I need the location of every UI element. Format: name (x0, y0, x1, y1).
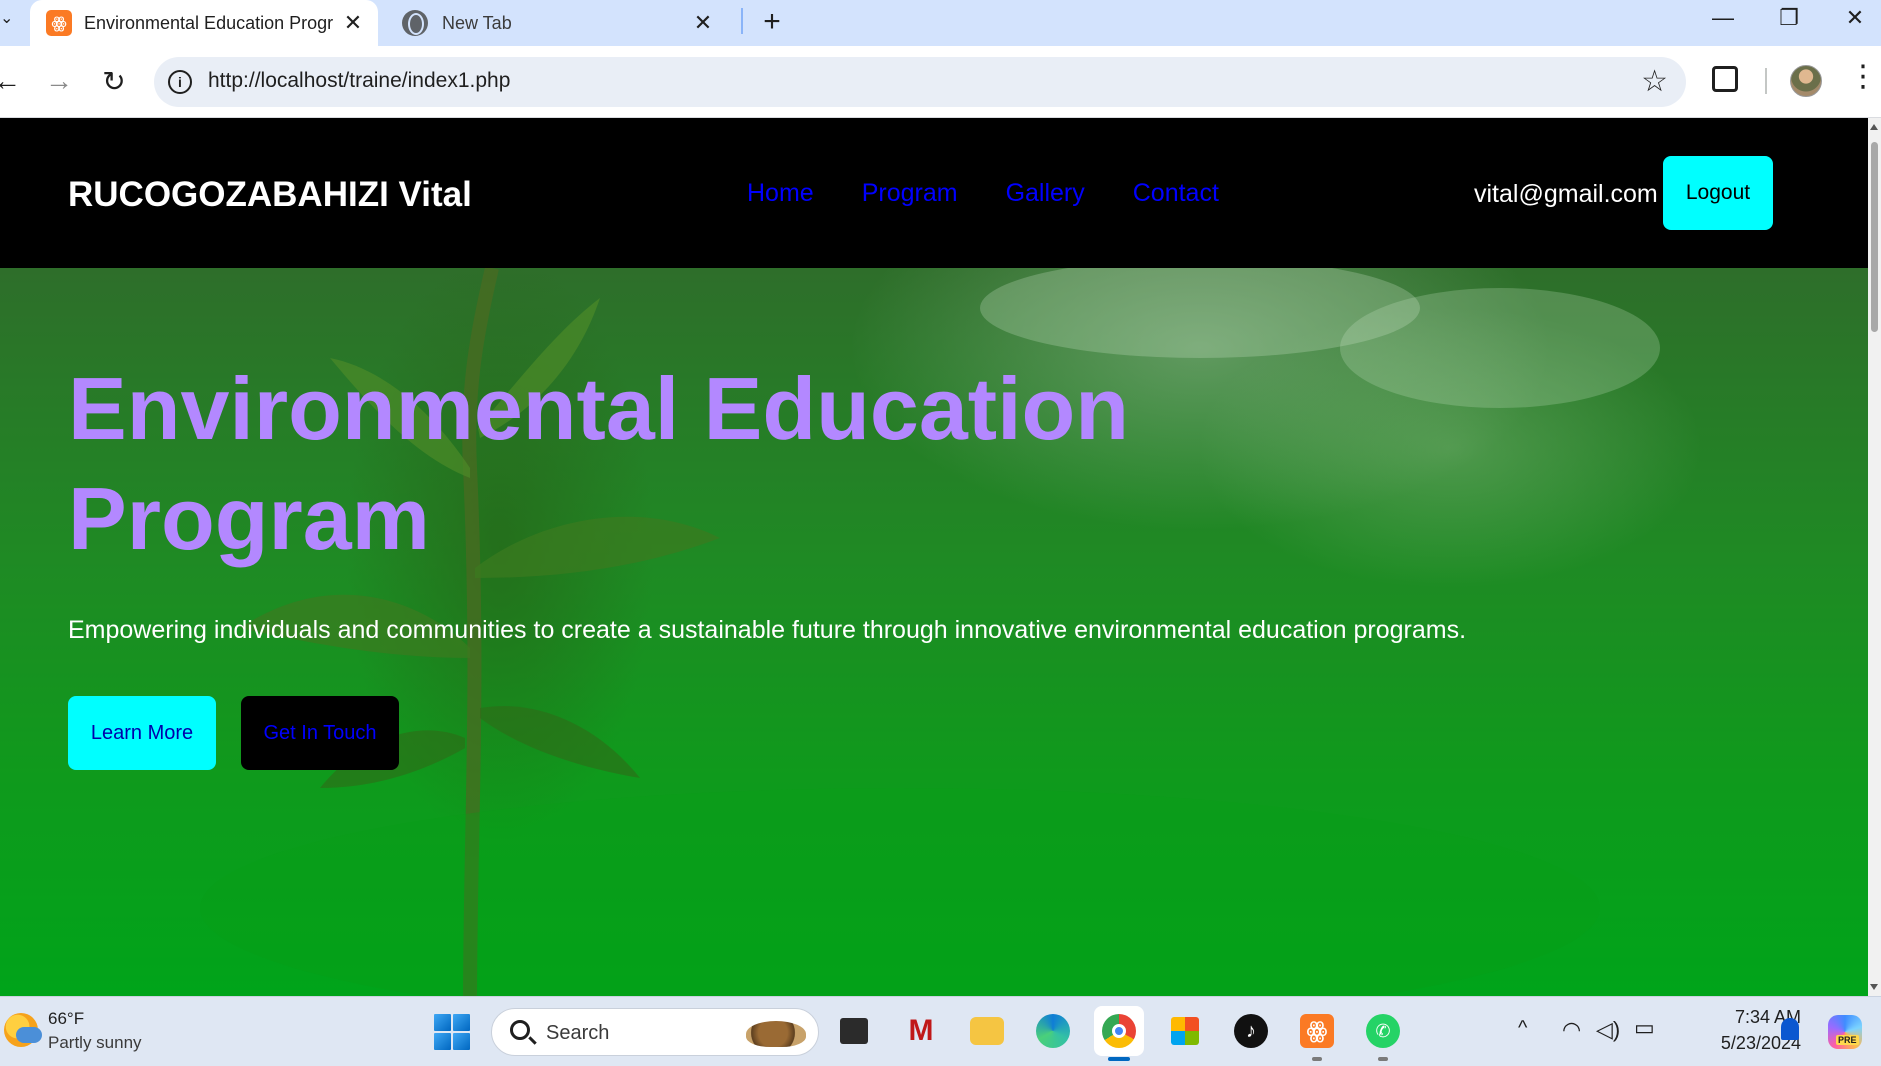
search-icon (510, 1020, 530, 1040)
chrome-icon[interactable] (1094, 1006, 1144, 1056)
restore-button[interactable]: ❐ (1760, 0, 1818, 36)
address-bar[interactable]: i http://localhost/traine/index1.php ☆ (154, 57, 1686, 107)
xampp-icon[interactable]: ꙮ (1292, 1006, 1342, 1056)
extensions-icon[interactable] (1712, 66, 1738, 92)
web-page: RUCOGOZABAHIZI Vital Home Program Galler… (0, 118, 1868, 996)
edge-icon[interactable] (1028, 1006, 1078, 1056)
windows-taskbar: 66°F Partly sunny Search M ♪ ꙮ ✆ ^ ◠ ◁) … (0, 996, 1881, 1066)
scroll-down-arrow-icon[interactable] (1870, 984, 1878, 990)
hero-title-line1: Environmental Education (68, 359, 1130, 458)
wifi-icon[interactable]: ◠ (1562, 1017, 1581, 1043)
notification-bell-icon[interactable] (1781, 1018, 1799, 1040)
tiktok-icon[interactable]: ♪ (1226, 1006, 1276, 1056)
nav-link-contact[interactable]: Contact (1133, 179, 1219, 208)
xampp-icon: ꙮ (46, 10, 72, 36)
close-tab-icon[interactable]: ✕ (338, 8, 368, 38)
copilot-pre-badge: PRE (1836, 1035, 1859, 1045)
show-hidden-icons-chevron-icon[interactable]: ^ (1518, 1017, 1527, 1040)
battery-icon[interactable]: ▭ (1634, 1015, 1655, 1041)
site-info-icon[interactable]: i (168, 70, 192, 94)
globe-icon (402, 10, 428, 36)
get-in-touch-button[interactable]: Get In Touch (241, 696, 399, 770)
url-text[interactable]: http://localhost/traine/index1.php (208, 69, 510, 93)
minimize-button[interactable]: — (1694, 0, 1752, 36)
toolbar-separator (1765, 68, 1767, 94)
site-nav: Home Program Gallery Contact (747, 179, 1219, 208)
tab-separator (741, 8, 743, 34)
search-label: Search (546, 1022, 610, 1044)
page-scrollbar[interactable] (1868, 118, 1881, 996)
weather-description: Partly sunny (48, 1033, 142, 1052)
tab-environmental-education[interactable]: ꙮ Environmental Education Progr ✕ (30, 0, 378, 46)
new-tab-button[interactable]: + (752, 2, 792, 42)
tab-title: Environmental Education Progr (84, 12, 334, 33)
forward-button[interactable]: → (38, 60, 80, 102)
microsoft-store-icon[interactable] (1160, 1006, 1210, 1056)
close-window-button[interactable]: ✕ (1826, 0, 1881, 36)
reload-button[interactable]: ↻ (93, 60, 135, 102)
site-brand: RUCOGOZABAHIZI Vital (68, 175, 472, 214)
hero-title-line2: Program (68, 469, 430, 568)
windows-start-icon[interactable] (434, 1014, 470, 1050)
mcafee-icon[interactable]: M (896, 1006, 946, 1056)
search-highlight-turtle-icon (746, 1021, 806, 1047)
volume-icon[interactable]: ◁) (1596, 1017, 1620, 1043)
logout-button[interactable]: Logout (1663, 156, 1773, 230)
hero-section: Environmental Education Program Empoweri… (0, 268, 1868, 996)
whatsapp-icon[interactable]: ✆ (1358, 1006, 1408, 1056)
learn-more-button[interactable]: Learn More (68, 696, 216, 770)
browser-menu-icon[interactable]: ⋮ (1848, 62, 1878, 92)
user-email: vital@gmail.com (1474, 180, 1658, 208)
hero-subtitle: Empowering individuals and communities t… (68, 616, 1467, 644)
back-button[interactable]: ← (0, 60, 28, 102)
site-header: RUCOGOZABAHIZI Vital Home Program Galler… (0, 118, 1868, 268)
chrome-running-indicator (1108, 1057, 1130, 1061)
file-explorer-icon[interactable] (962, 1006, 1012, 1056)
tab-search-chevron-icon[interactable]: ⌄ (0, 8, 16, 30)
task-view-icon[interactable] (829, 1006, 879, 1056)
nav-link-program[interactable]: Program (862, 179, 958, 208)
browser-tabstrip: ⌄ ꙮ Environmental Education Progr ✕ New … (0, 0, 1881, 46)
taskbar-search[interactable]: Search (491, 1008, 819, 1056)
cloud-icon (16, 1027, 42, 1043)
close-tab-icon[interactable]: ✕ (688, 8, 718, 38)
weather-temperature: 66°F (48, 1009, 85, 1028)
whatsapp-running-indicator (1378, 1057, 1388, 1061)
tab-title: New Tab (442, 12, 512, 33)
profile-avatar[interactable] (1790, 65, 1822, 97)
nav-link-home[interactable]: Home (747, 179, 814, 208)
bookmark-star-icon[interactable]: ☆ (1641, 64, 1668, 99)
scrollbar-thumb[interactable] (1871, 142, 1878, 332)
browser-toolbar: ← → ↻ i http://localhost/traine/index1.p… (0, 46, 1881, 118)
tab-new-tab[interactable]: New Tab ✕ (388, 0, 728, 46)
nav-link-gallery[interactable]: Gallery (1006, 179, 1085, 208)
scroll-up-arrow-icon[interactable] (1870, 124, 1878, 130)
hero-title: Environmental Education Program (68, 354, 1268, 574)
xampp-running-indicator (1312, 1057, 1322, 1061)
